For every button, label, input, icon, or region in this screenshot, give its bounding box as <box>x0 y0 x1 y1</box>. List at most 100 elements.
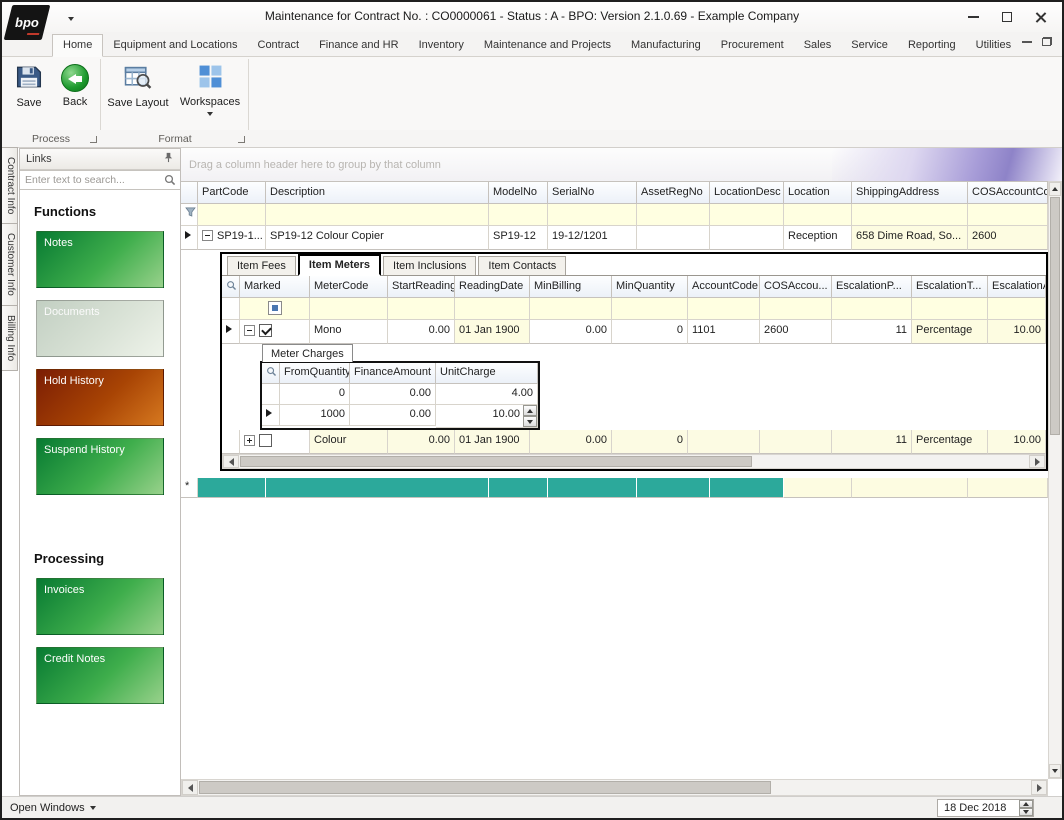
charges-column-financeamount[interactable]: FinanceAmount <box>350 363 436 384</box>
cell-serialno[interactable]: 19-12/1201 <box>548 226 637 250</box>
new-cell-cosaccountcode[interactable] <box>968 478 1048 498</box>
meters-cell-startreading[interactable]: 0.00 <box>388 320 455 344</box>
side-tab-customer-info[interactable]: Customer Info <box>2 223 18 306</box>
cell-modelno[interactable]: SP19-12 <box>489 226 548 250</box>
new-cell-locationdesc[interactable] <box>710 478 784 498</box>
spin-up-button[interactable] <box>1019 800 1033 808</box>
meters-column-cosaccount[interactable]: COSAccou... <box>760 276 832 298</box>
cell-location[interactable]: Reception <box>784 226 852 250</box>
filter-cell-serialno[interactable] <box>548 204 637 226</box>
new-cell-modelno[interactable] <box>489 478 548 498</box>
column-header-location[interactable]: Location <box>784 182 852 204</box>
ribbon-tab-manufacturing[interactable]: Manufacturing <box>621 35 711 56</box>
search-icon[interactable] <box>164 174 176 189</box>
scrollbar-thumb[interactable] <box>1050 197 1060 435</box>
detail-horizontal-scrollbar[interactable] <box>222 454 1046 469</box>
meters-cell-minbilling[interactable]: 0.00 <box>530 430 612 454</box>
meter-row-mono[interactable]: Mono 0.00 01 Jan 1900 0.00 0 1101 2600 1… <box>222 320 1046 344</box>
meters-cell-startreading[interactable]: 0.00 <box>388 430 455 454</box>
meters-cell-cosaccount[interactable]: 2600 <box>760 320 832 344</box>
save-layout-button[interactable]: Save Layout <box>106 60 170 127</box>
equipment-row[interactable]: SP19-1... SP19-12 Colour Copier SP19-12 … <box>181 226 1048 250</box>
scrollbar-thumb[interactable] <box>240 456 752 467</box>
cell-description[interactable]: SP19-12 Colour Copier <box>266 226 489 250</box>
side-tab-billing-info[interactable]: Billing Info <box>2 305 18 371</box>
search-input[interactable] <box>20 170 180 190</box>
marked-checkbox[interactable] <box>259 324 272 337</box>
pin-icon[interactable] <box>163 152 174 166</box>
spin-up-button[interactable] <box>523 405 537 416</box>
charges-column-fromquantity[interactable]: FromQuantity <box>280 363 350 384</box>
tab-item-contacts[interactable]: Item Contacts <box>478 256 566 275</box>
column-header-cosaccountcode[interactable]: COSAccountCode <box>968 182 1048 204</box>
meters-filter-cosaccount[interactable] <box>760 298 832 320</box>
cell-locationdesc[interactable] <box>710 226 784 250</box>
cell-partcode[interactable]: SP19-1... <box>198 226 266 250</box>
scroll-right-button[interactable] <box>1031 780 1047 795</box>
meters-filter-startreading[interactable] <box>388 298 455 320</box>
cell-shippingaddress[interactable]: 658 Dime Road, So... <box>852 226 968 250</box>
tab-meter-charges[interactable]: Meter Charges <box>262 344 353 362</box>
scroll-right-button[interactable] <box>1029 455 1045 468</box>
meters-cell-accountcode[interactable]: 1101 <box>688 320 760 344</box>
open-windows-button[interactable]: Open Windows <box>10 802 96 814</box>
meters-filter-escalationa[interactable] <box>988 298 1046 320</box>
collapse-row-icon[interactable] <box>202 230 213 241</box>
meters-cell-readingdate[interactable]: 01 Jan 1900 <box>455 430 530 454</box>
charges-column-unitcharge[interactable]: UnitCharge <box>436 363 538 384</box>
filter-cell-modelno[interactable] <box>489 204 548 226</box>
new-cell-location[interactable] <box>784 478 852 498</box>
new-cell-serialno[interactable] <box>548 478 637 498</box>
meters-cell-escalationa[interactable]: 10.00 <box>988 430 1046 454</box>
filter-cell-shippingaddress[interactable] <box>852 204 968 226</box>
filter-cell-assetregno[interactable] <box>637 204 710 226</box>
meters-filter-accountcode[interactable] <box>688 298 760 320</box>
meters-column-minbilling[interactable]: MinBilling <box>530 276 612 298</box>
filter-cell-locationdesc[interactable] <box>710 204 784 226</box>
back-button[interactable]: Back <box>54 60 96 127</box>
ribbon-tab-procurement[interactable]: Procurement <box>711 35 794 56</box>
charges-cell-fromquantity[interactable]: 0 <box>280 384 350 405</box>
side-tab-contract-info[interactable]: Contract Info <box>2 147 18 224</box>
meters-filter-escalationt[interactable] <box>912 298 988 320</box>
meters-cell-marked[interactable] <box>240 430 310 454</box>
meters-cell-escalationa[interactable]: 10.00 <box>988 320 1046 344</box>
minimize-button[interactable] <box>956 2 990 32</box>
tab-item-meters[interactable]: Item Meters <box>298 254 381 276</box>
meters-filter-metercode[interactable] <box>310 298 388 320</box>
meters-column-startreading[interactable]: StartReading <box>388 276 455 298</box>
new-cell-shippingaddress[interactable] <box>852 478 968 498</box>
meters-cell-escalationp[interactable]: 11 <box>832 320 912 344</box>
meters-column-metercode[interactable]: MeterCode <box>310 276 388 298</box>
column-header-assetregno[interactable]: AssetRegNo <box>637 182 710 204</box>
meters-cell-metercode[interactable]: Mono <box>310 320 388 344</box>
spin-down-button[interactable] <box>523 416 537 427</box>
quick-access-dropdown-icon[interactable] <box>68 12 74 24</box>
new-cell-description[interactable] <box>266 478 489 498</box>
meters-column-accountcode[interactable]: AccountCode <box>688 276 760 298</box>
collapse-row-icon[interactable] <box>244 325 255 336</box>
charges-cell-financeamount[interactable]: 0.00 <box>350 384 436 405</box>
meters-cell-escalationt[interactable]: Percentage <box>912 430 988 454</box>
meters-filter-readingdate[interactable] <box>455 298 530 320</box>
meters-cell-escalationp[interactable]: 11 <box>832 430 912 454</box>
invoices-button[interactable]: Invoices <box>36 578 164 635</box>
meters-filter-minbilling[interactable] <box>530 298 612 320</box>
tab-item-inclusions[interactable]: Item Inclusions <box>383 256 476 275</box>
scrollbar-thumb[interactable] <box>199 781 771 794</box>
minimize-ribbon-icon[interactable] <box>1022 41 1032 43</box>
meters-cell-escalationt[interactable]: Percentage <box>912 320 988 344</box>
meters-cell-metercode[interactable]: Colour <box>310 430 388 454</box>
filter-cell-cosaccountcode[interactable] <box>968 204 1048 226</box>
meters-cell-minbilling[interactable]: 0.00 <box>530 320 612 344</box>
scroll-left-button[interactable] <box>223 455 239 468</box>
new-cell-assetregno[interactable] <box>637 478 710 498</box>
meters-filter-escalationp[interactable] <box>832 298 912 320</box>
meters-column-escalationp[interactable]: EscalationP... <box>832 276 912 298</box>
ribbon-tab-inventory[interactable]: Inventory <box>409 35 474 56</box>
save-button[interactable]: Save <box>8 60 50 127</box>
meters-cell-minquantity[interactable]: 0 <box>612 320 688 344</box>
meters-filter-marked[interactable] <box>240 298 310 320</box>
group-by-panel[interactable]: Drag a column header here to group by th… <box>181 148 1062 181</box>
suspend-history-button[interactable]: Suspend History <box>36 438 164 495</box>
